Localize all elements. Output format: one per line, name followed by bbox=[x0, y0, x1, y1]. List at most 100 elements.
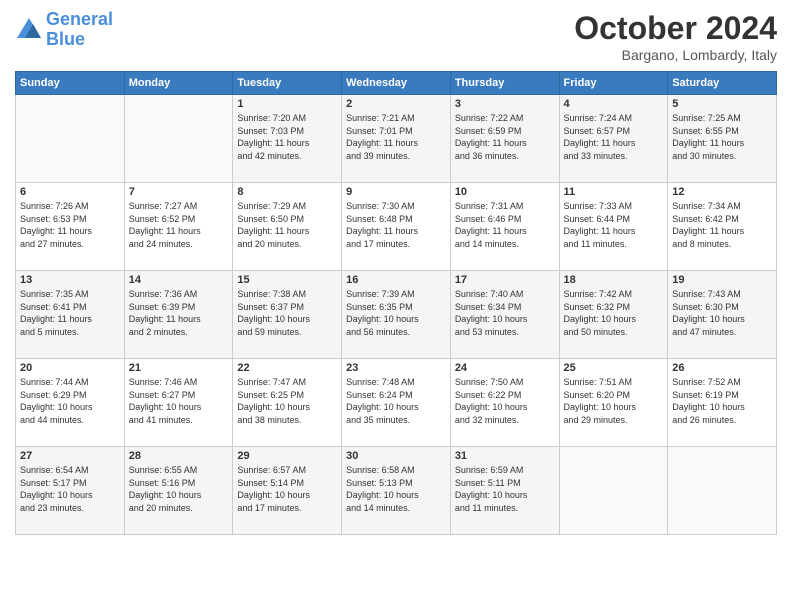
cell-content: Sunrise: 7:25 AMSunset: 6:55 PMDaylight:… bbox=[672, 112, 772, 162]
cell-content: Sunrise: 7:31 AMSunset: 6:46 PMDaylight:… bbox=[455, 200, 555, 250]
day-number: 30 bbox=[346, 450, 446, 462]
col-thursday: Thursday bbox=[450, 72, 559, 95]
cell-w0-d4: 3Sunrise: 7:22 AMSunset: 6:59 PMDaylight… bbox=[450, 95, 559, 183]
cell-content: Sunrise: 7:51 AMSunset: 6:20 PMDaylight:… bbox=[564, 376, 664, 426]
logo-icon bbox=[15, 16, 43, 44]
logo: General Blue bbox=[15, 10, 113, 50]
cell-w2-d2: 15 Sunrise: 7:38 AMSunset: 6:37 PMDayligh… bbox=[233, 271, 342, 359]
day-number: 6 bbox=[20, 186, 120, 198]
page: General Blue October 2024 Bargano, Lomba… bbox=[0, 0, 792, 612]
cell-w0-d2: 1Sunrise: 7:20 AMSunset: 7:03 PMDaylight… bbox=[233, 95, 342, 183]
day-number: 31 bbox=[455, 450, 555, 462]
cell-content: Sunrise: 7:26 AMSunset: 6:53 PMDaylight:… bbox=[20, 200, 120, 250]
day-number: 25 bbox=[564, 362, 664, 374]
cell-content: Sunrise: 7:39 AMSunset: 6:35 PMDaylight:… bbox=[346, 288, 446, 338]
day-number: 19 bbox=[672, 274, 772, 286]
cell-w2-d0: 13 Sunrise: 7:35 AMSunset: 6:41 PMDayligh… bbox=[16, 271, 125, 359]
col-friday: Friday bbox=[559, 72, 668, 95]
day-number: 18 bbox=[564, 274, 664, 286]
day-number: 26 bbox=[672, 362, 772, 374]
cell-w2-d5: 18Sunrise: 7:42 AMSunset: 6:32 PMDayligh… bbox=[559, 271, 668, 359]
day-number: 2 bbox=[346, 98, 446, 110]
cell-w2-d1: 14 Sunrise: 7:36 AMSunset: 6:39 PMDayligh… bbox=[124, 271, 233, 359]
cell-content: Sunrise: 6:54 AMSunset: 5:17 PMDaylight:… bbox=[20, 464, 120, 514]
cell-content: Sunrise: 7:24 AMSunset: 6:57 PMDaylight:… bbox=[564, 112, 664, 162]
cell-w0-d6: 5Sunrise: 7:25 AMSunset: 6:55 PMDaylight… bbox=[668, 95, 777, 183]
day-number: 29 bbox=[237, 450, 337, 462]
cell-content: Sunrise: 7:35 AMSunset: 6:41 PMDaylight:… bbox=[20, 288, 120, 338]
cell-w4-d5 bbox=[559, 447, 668, 535]
day-number: 7 bbox=[129, 186, 229, 198]
day-number: 21 bbox=[129, 362, 229, 374]
day-number: 10 bbox=[455, 186, 555, 198]
cell-content: Sunrise: 7:40 AMSunset: 6:34 PMDaylight:… bbox=[455, 288, 555, 338]
cell-w3-d2: 22Sunrise: 7:47 AMSunset: 6:25 PMDayligh… bbox=[233, 359, 342, 447]
col-monday: Monday bbox=[124, 72, 233, 95]
cell-content: Sunrise: 6:55 AMSunset: 5:16 PMDaylight:… bbox=[129, 464, 229, 514]
week-row-4: 27Sunrise: 6:54 AMSunset: 5:17 PMDayligh… bbox=[16, 447, 777, 535]
cell-w2-d3: 16 Sunrise: 7:39 AMSunset: 6:35 PMDayligh… bbox=[342, 271, 451, 359]
cell-content: Sunrise: 7:21 AMSunset: 7:01 PMDaylight:… bbox=[346, 112, 446, 162]
week-row-0: 1Sunrise: 7:20 AMSunset: 7:03 PMDaylight… bbox=[16, 95, 777, 183]
day-number: 28 bbox=[129, 450, 229, 462]
cell-w1-d2: 8 Sunrise: 7:29 AMSunset: 6:50 PMDaylight… bbox=[233, 183, 342, 271]
day-number: 8 bbox=[237, 186, 337, 198]
cell-w0-d1 bbox=[124, 95, 233, 183]
day-number: 4 bbox=[564, 98, 664, 110]
day-number: 20 bbox=[20, 362, 120, 374]
col-saturday: Saturday bbox=[668, 72, 777, 95]
cell-content: Sunrise: 7:46 AMSunset: 6:27 PMDaylight:… bbox=[129, 376, 229, 426]
cell-content: Sunrise: 6:59 AMSunset: 5:11 PMDaylight:… bbox=[455, 464, 555, 514]
day-number: 15 bbox=[237, 274, 337, 286]
cell-content: Sunrise: 7:29 AMSunset: 6:50 PMDaylight:… bbox=[237, 200, 337, 250]
cell-w1-d0: 6 Sunrise: 7:26 AMSunset: 6:53 PMDaylight… bbox=[16, 183, 125, 271]
cell-w3-d6: 26Sunrise: 7:52 AMSunset: 6:19 PMDayligh… bbox=[668, 359, 777, 447]
cell-w1-d4: 10 Sunrise: 7:31 AMSunset: 6:46 PMDayligh… bbox=[450, 183, 559, 271]
day-number: 12 bbox=[672, 186, 772, 198]
cell-content: Sunrise: 7:43 AMSunset: 6:30 PMDaylight:… bbox=[672, 288, 772, 338]
cell-w4-d4: 31 Sunrise: 6:59 AMSunset: 5:11 PMDayligh… bbox=[450, 447, 559, 535]
cell-content: Sunrise: 7:36 AMSunset: 6:39 PMDaylight:… bbox=[129, 288, 229, 338]
cell-content: Sunrise: 7:50 AMSunset: 6:22 PMDaylight:… bbox=[455, 376, 555, 426]
cell-content: Sunrise: 7:38 AMSunset: 6:37 PMDaylight:… bbox=[237, 288, 337, 338]
day-number: 24 bbox=[455, 362, 555, 374]
cell-w2-d6: 19 Sunrise: 7:43 AMSunset: 6:30 PMDayligh… bbox=[668, 271, 777, 359]
cell-w4-d6 bbox=[668, 447, 777, 535]
cell-w4-d3: 30Sunrise: 6:58 AMSunset: 5:13 PMDayligh… bbox=[342, 447, 451, 535]
col-wednesday: Wednesday bbox=[342, 72, 451, 95]
day-number: 16 bbox=[346, 274, 446, 286]
cell-content: Sunrise: 7:44 AMSunset: 6:29 PMDaylight:… bbox=[20, 376, 120, 426]
cell-content: Sunrise: 7:30 AMSunset: 6:48 PMDaylight:… bbox=[346, 200, 446, 250]
cell-content: Sunrise: 7:22 AMSunset: 6:59 PMDaylight:… bbox=[455, 112, 555, 162]
cell-content: Sunrise: 7:27 AMSunset: 6:52 PMDaylight:… bbox=[129, 200, 229, 250]
cell-w4-d0: 27Sunrise: 6:54 AMSunset: 5:17 PMDayligh… bbox=[16, 447, 125, 535]
day-number: 11 bbox=[564, 186, 664, 198]
day-number: 23 bbox=[346, 362, 446, 374]
location: Bargano, Lombardy, Italy bbox=[574, 47, 777, 63]
cell-w3-d0: 20 Sunrise: 7:44 AMSunset: 6:29 PMDayligh… bbox=[16, 359, 125, 447]
day-number: 9 bbox=[346, 186, 446, 198]
cell-content: Sunrise: 6:57 AMSunset: 5:14 PMDaylight:… bbox=[237, 464, 337, 514]
cell-w4-d2: 29 Sunrise: 6:57 AMSunset: 5:14 PMDayligh… bbox=[233, 447, 342, 535]
cell-w4-d1: 28 Sunrise: 6:55 AMSunset: 5:16 PMDayligh… bbox=[124, 447, 233, 535]
week-row-2: 13 Sunrise: 7:35 AMSunset: 6:41 PMDayligh… bbox=[16, 271, 777, 359]
cell-content: Sunrise: 7:47 AMSunset: 6:25 PMDaylight:… bbox=[237, 376, 337, 426]
cell-w0-d5: 4 Sunrise: 7:24 AMSunset: 6:57 PMDaylight… bbox=[559, 95, 668, 183]
day-number: 17 bbox=[455, 274, 555, 286]
header-row: Sunday Monday Tuesday Wednesday Thursday… bbox=[16, 72, 777, 95]
cell-w3-d5: 25 Sunrise: 7:51 AMSunset: 6:20 PMDayligh… bbox=[559, 359, 668, 447]
cell-content: Sunrise: 7:48 AMSunset: 6:24 PMDaylight:… bbox=[346, 376, 446, 426]
header: General Blue October 2024 Bargano, Lomba… bbox=[15, 10, 777, 63]
col-tuesday: Tuesday bbox=[233, 72, 342, 95]
logo-text: General Blue bbox=[46, 10, 113, 50]
cell-w1-d1: 7 Sunrise: 7:27 AMSunset: 6:52 PMDaylight… bbox=[124, 183, 233, 271]
cell-w3-d3: 23 Sunrise: 7:48 AMSunset: 6:24 PMDayligh… bbox=[342, 359, 451, 447]
day-number: 13 bbox=[20, 274, 120, 286]
cell-w0-d3: 2 Sunrise: 7:21 AMSunset: 7:01 PMDaylight… bbox=[342, 95, 451, 183]
cell-w2-d4: 17 Sunrise: 7:40 AMSunset: 6:34 PMDayligh… bbox=[450, 271, 559, 359]
cell-w1-d5: 11 Sunrise: 7:33 AMSunset: 6:44 PMDayligh… bbox=[559, 183, 668, 271]
col-sunday: Sunday bbox=[16, 72, 125, 95]
month-title: October 2024 bbox=[574, 10, 777, 47]
day-number: 14 bbox=[129, 274, 229, 286]
cell-content: Sunrise: 7:33 AMSunset: 6:44 PMDaylight:… bbox=[564, 200, 664, 250]
